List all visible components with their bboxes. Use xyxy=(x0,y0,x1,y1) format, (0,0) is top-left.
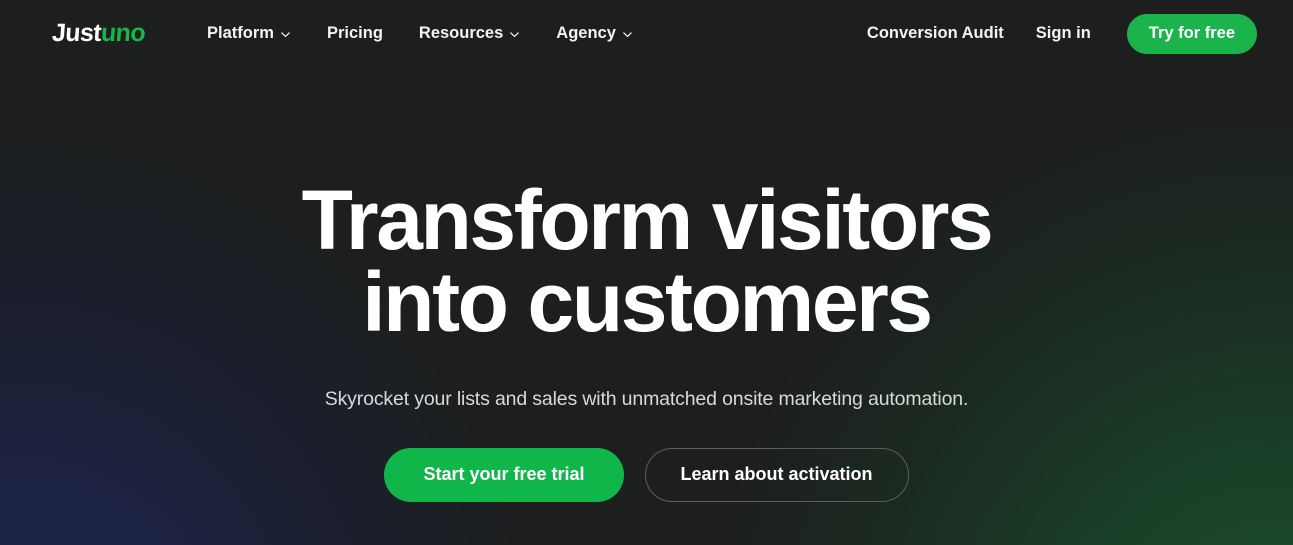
nav-item-resources[interactable]: Resources xyxy=(419,24,520,43)
primary-navigation: Platform Pricing Resources Agency xyxy=(207,24,633,43)
nav-link-sign-in[interactable]: Sign in xyxy=(1036,24,1091,43)
hero-section: Transform visitors into customers Skyroc… xyxy=(0,67,1293,502)
nav-item-label: Platform xyxy=(207,24,274,42)
site-header: Justuno Platform Pricing Resources Agenc… xyxy=(0,0,1293,67)
hero-headline-line-1: Transform visitors xyxy=(301,173,994,267)
nav-item-label: Agency xyxy=(556,24,616,42)
hero-headline: Transform visitors into customers xyxy=(0,173,1293,350)
try-for-free-button[interactable]: Try for free xyxy=(1126,13,1257,54)
brand-logo-accent: uno xyxy=(100,19,147,47)
nav-item-agency[interactable]: Agency xyxy=(556,24,633,43)
hero-cta-row: Start your free trial Learn about activa… xyxy=(0,447,1293,502)
chevron-down-icon xyxy=(280,29,291,40)
chevron-down-icon xyxy=(509,29,520,40)
nav-item-label: Pricing xyxy=(326,24,383,42)
nav-item-platform[interactable]: Platform xyxy=(207,24,291,43)
secondary-navigation: Conversion Audit Sign in Try for free xyxy=(867,13,1257,54)
brand-logo[interactable]: Justuno xyxy=(51,19,147,47)
nav-item-label: Resources xyxy=(418,24,504,42)
nav-item-pricing[interactable]: Pricing xyxy=(327,24,383,43)
page-root: Justuno Platform Pricing Resources Agenc… xyxy=(0,0,1293,545)
nav-link-conversion-audit[interactable]: Conversion Audit xyxy=(867,24,1004,43)
start-free-trial-button[interactable]: Start your free trial xyxy=(384,447,624,502)
chevron-down-icon xyxy=(622,29,633,40)
learn-about-activation-button[interactable]: Learn about activation xyxy=(644,447,909,502)
brand-logo-primary: Just xyxy=(51,19,103,47)
hero-subheadline: Skyrocket your lists and sales with unma… xyxy=(324,387,969,410)
hero-headline-line-2: into customers xyxy=(362,255,933,350)
